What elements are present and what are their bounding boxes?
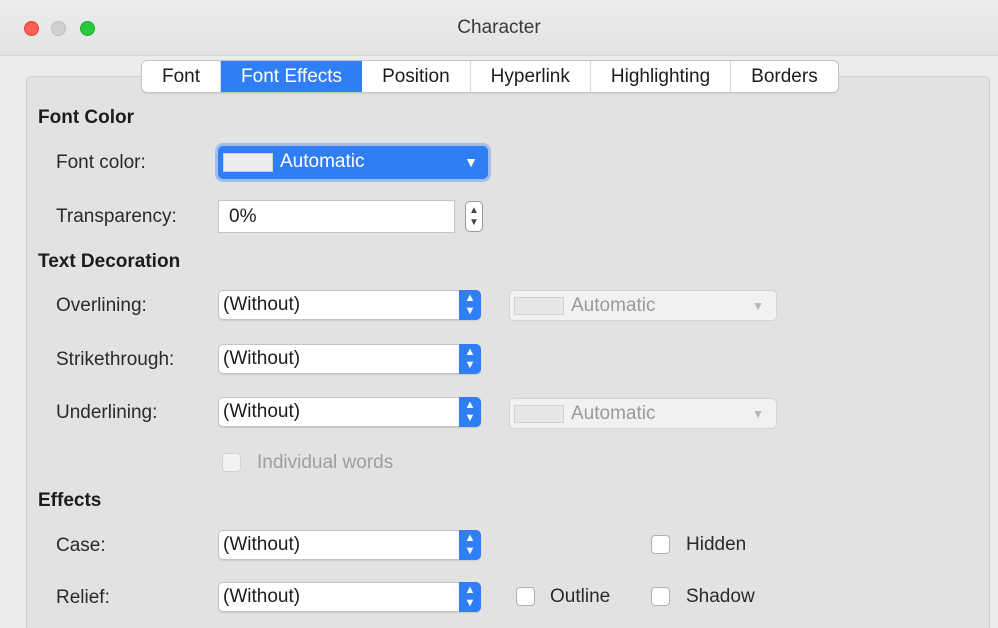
transparency-input[interactable]: 0% bbox=[218, 200, 455, 233]
tab-borders[interactable]: Borders bbox=[731, 61, 838, 92]
updown-icon: ▲ ▼ bbox=[459, 530, 481, 560]
underlining-value: (Without) bbox=[223, 401, 301, 422]
section-effects: Effects bbox=[38, 490, 102, 511]
title-bar: Character bbox=[0, 0, 998, 56]
outline-label: Outline bbox=[550, 586, 611, 607]
updown-icon: ▲ ▼ bbox=[459, 290, 481, 320]
overlining-label: Overlining: bbox=[56, 295, 147, 316]
section-font-color: Font Color bbox=[38, 107, 135, 128]
case-value: (Without) bbox=[223, 534, 301, 555]
tab-hyperlink[interactable]: Hyperlink bbox=[471, 61, 591, 92]
hidden-checkbox[interactable] bbox=[651, 535, 670, 554]
section-text-decoration: Text Decoration bbox=[38, 251, 181, 272]
overlining-color-swatch bbox=[514, 297, 564, 315]
underlining-color-dropdown[interactable]: Automatic ▼ bbox=[509, 398, 777, 429]
window-title: Character bbox=[457, 17, 541, 38]
transparency-stepper[interactable]: ▲ ▼ bbox=[465, 201, 483, 232]
font-color-label: Font color: bbox=[56, 152, 146, 173]
transparency-label: Transparency: bbox=[56, 206, 177, 227]
chevron-down-icon: ▼ bbox=[752, 407, 764, 421]
overlining-color-dropdown[interactable]: Automatic ▼ bbox=[509, 290, 777, 321]
updown-icon: ▲ ▼ bbox=[459, 344, 481, 374]
font-color-dropdown[interactable]: Automatic ▼ bbox=[218, 146, 488, 179]
underlining-label: Underlining: bbox=[56, 402, 158, 423]
outline-checkbox[interactable] bbox=[516, 587, 535, 606]
strikethrough-label: Strikethrough: bbox=[56, 349, 175, 370]
strikethrough-value: (Without) bbox=[223, 348, 301, 369]
relief-value: (Without) bbox=[223, 586, 301, 607]
hidden-label: Hidden bbox=[686, 534, 747, 555]
tab-highlighting[interactable]: Highlighting bbox=[591, 61, 732, 92]
updown-icon: ▲ ▼ bbox=[459, 397, 481, 427]
tab-font-effects[interactable]: Font Effects bbox=[221, 61, 363, 92]
overlining-value: (Without) bbox=[223, 294, 301, 315]
relief-select[interactable]: (Without) ▲ ▼ bbox=[218, 582, 481, 612]
overlining-select[interactable]: (Without) ▲ ▼ bbox=[218, 290, 481, 320]
tab-position[interactable]: Position bbox=[362, 61, 471, 92]
case-select[interactable]: (Without) ▲ ▼ bbox=[218, 530, 481, 560]
underlining-select[interactable]: (Without) ▲ ▼ bbox=[218, 397, 481, 427]
chevron-down-icon: ▼ bbox=[752, 299, 764, 313]
updown-icon: ▲ ▼ bbox=[459, 582, 481, 612]
individual-words-label: Individual words bbox=[257, 452, 394, 473]
case-label: Case: bbox=[56, 535, 106, 556]
shadow-checkbox[interactable] bbox=[651, 587, 670, 606]
chevron-down-icon: ▼ bbox=[469, 217, 479, 228]
tab-bar: Font Font Effects Position Hyperlink Hig… bbox=[141, 60, 839, 93]
strikethrough-select[interactable]: (Without) ▲ ▼ bbox=[218, 344, 481, 374]
tab-font[interactable]: Font bbox=[142, 61, 222, 92]
individual-words-checkbox[interactable] bbox=[222, 453, 241, 472]
font-color-value: Automatic bbox=[280, 151, 365, 172]
underlining-color-swatch bbox=[514, 405, 564, 423]
chevron-down-icon: ▼ bbox=[464, 154, 478, 170]
chevron-up-icon: ▲ bbox=[469, 205, 479, 216]
relief-label: Relief: bbox=[56, 587, 110, 608]
font-color-swatch bbox=[223, 153, 273, 172]
shadow-label: Shadow bbox=[686, 586, 755, 607]
underlining-color-value: Automatic bbox=[571, 403, 656, 424]
overlining-color-value: Automatic bbox=[571, 295, 656, 316]
